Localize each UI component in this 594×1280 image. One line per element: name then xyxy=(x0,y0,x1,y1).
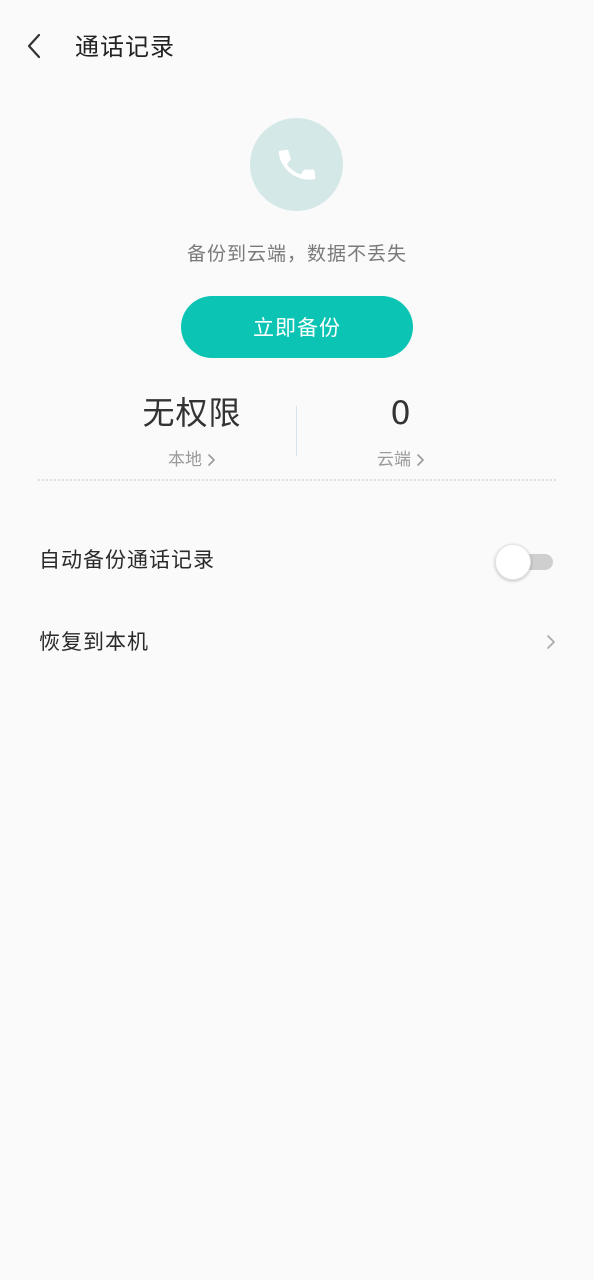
page-title: 通话记录 xyxy=(75,33,175,61)
local-stat: 无权限 本地 xyxy=(92,390,292,472)
phone-icon xyxy=(278,149,315,180)
auto-backup-row: 自动备份通话记录 xyxy=(0,530,594,590)
cloud-stat: 0 云端 xyxy=(301,390,501,472)
toggle-knob xyxy=(495,544,531,580)
stats-divider xyxy=(296,406,297,456)
local-stat-value: 无权限 xyxy=(142,394,242,432)
section-divider xyxy=(38,479,556,481)
restore-label: 恢复到本机 xyxy=(39,630,149,654)
local-link[interactable]: 本地 xyxy=(168,448,216,472)
chevron-left-icon xyxy=(27,33,41,59)
chevron-right-icon xyxy=(417,454,424,466)
back-button[interactable] xyxy=(14,26,54,66)
phone-icon-circle xyxy=(250,118,343,211)
header: 通话记录 xyxy=(0,0,594,96)
chevron-right-icon xyxy=(542,630,560,654)
restore-row[interactable]: 恢复到本机 xyxy=(0,612,594,672)
local-link-label: 本地 xyxy=(168,450,202,470)
backup-now-button[interactable]: 立即备份 xyxy=(181,296,413,358)
cloud-stat-value: 0 xyxy=(390,394,412,432)
cloud-link-label: 云端 xyxy=(377,450,411,470)
auto-backup-label: 自动备份通话记录 xyxy=(39,548,215,572)
auto-backup-toggle[interactable] xyxy=(495,544,559,580)
chevron-right-icon xyxy=(208,454,215,466)
call-log-backup-page: 通话记录 备份到云端，数据不丢失 立即备份 无权限 本地 0 云端 自动备份通话… xyxy=(0,0,594,1280)
backup-tagline: 备份到云端，数据不丢失 xyxy=(186,243,407,265)
cloud-link[interactable]: 云端 xyxy=(377,448,425,472)
